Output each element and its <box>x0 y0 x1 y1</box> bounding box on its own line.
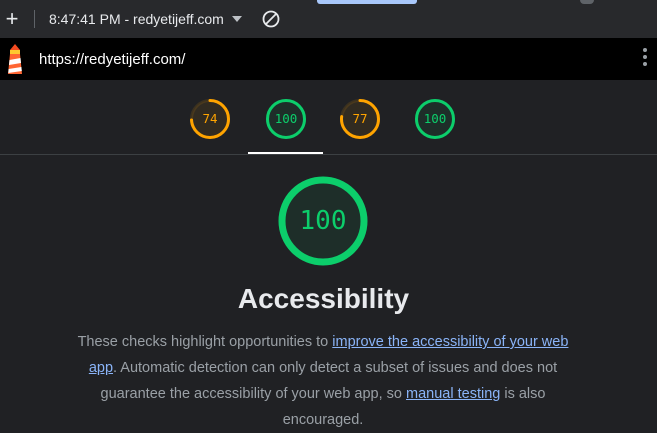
category-title: Accessibility <box>237 283 410 314</box>
score-gauges-nav: 74 100 77 100 <box>0 80 657 155</box>
gauge-tab-performance[interactable]: 74 <box>189 98 231 140</box>
plus-icon[interactable]: + <box>2 8 22 30</box>
gauge-tab-accessibility[interactable]: 100 <box>265 98 307 140</box>
gauge-score: 74 <box>202 111 218 126</box>
kebab-menu-icon[interactable] <box>643 48 647 70</box>
caret-down-icon[interactable] <box>231 16 242 22</box>
gauge-score: 100 <box>423 111 447 126</box>
toolbar-separator <box>34 10 35 28</box>
gauge-score: 77 <box>352 111 368 126</box>
report-url-bar: https://redyetijeff.com/ <box>0 38 657 80</box>
tab-indicator-secondary <box>580 0 594 4</box>
gauge-score: 100 <box>274 111 298 126</box>
clear-circle-icon[interactable] <box>262 10 280 28</box>
category-score: 100 <box>299 206 347 236</box>
category-gauge: 100 <box>277 175 369 267</box>
report-url: https://redyetijeff.com/ <box>39 50 186 68</box>
category-description: These checks highlight opportunities to … <box>72 329 574 433</box>
description-text: These checks highlight opportunities to <box>77 334 333 350</box>
devtools-toolbar: + 8:47:41 PM - redyetijeff.com <box>0 0 657 38</box>
tab-indicator <box>317 0 417 4</box>
manual-testing-link[interactable]: manual testing <box>406 386 500 402</box>
lighthouse-icon <box>8 44 22 74</box>
gauge-tab-seo[interactable]: 100 <box>414 98 456 140</box>
report-selector[interactable]: 8:47:41 PM - redyetijeff.com <box>49 11 224 27</box>
gauge-tab-best-practices[interactable]: 77 <box>339 98 381 140</box>
active-tab-indicator <box>248 152 323 154</box>
